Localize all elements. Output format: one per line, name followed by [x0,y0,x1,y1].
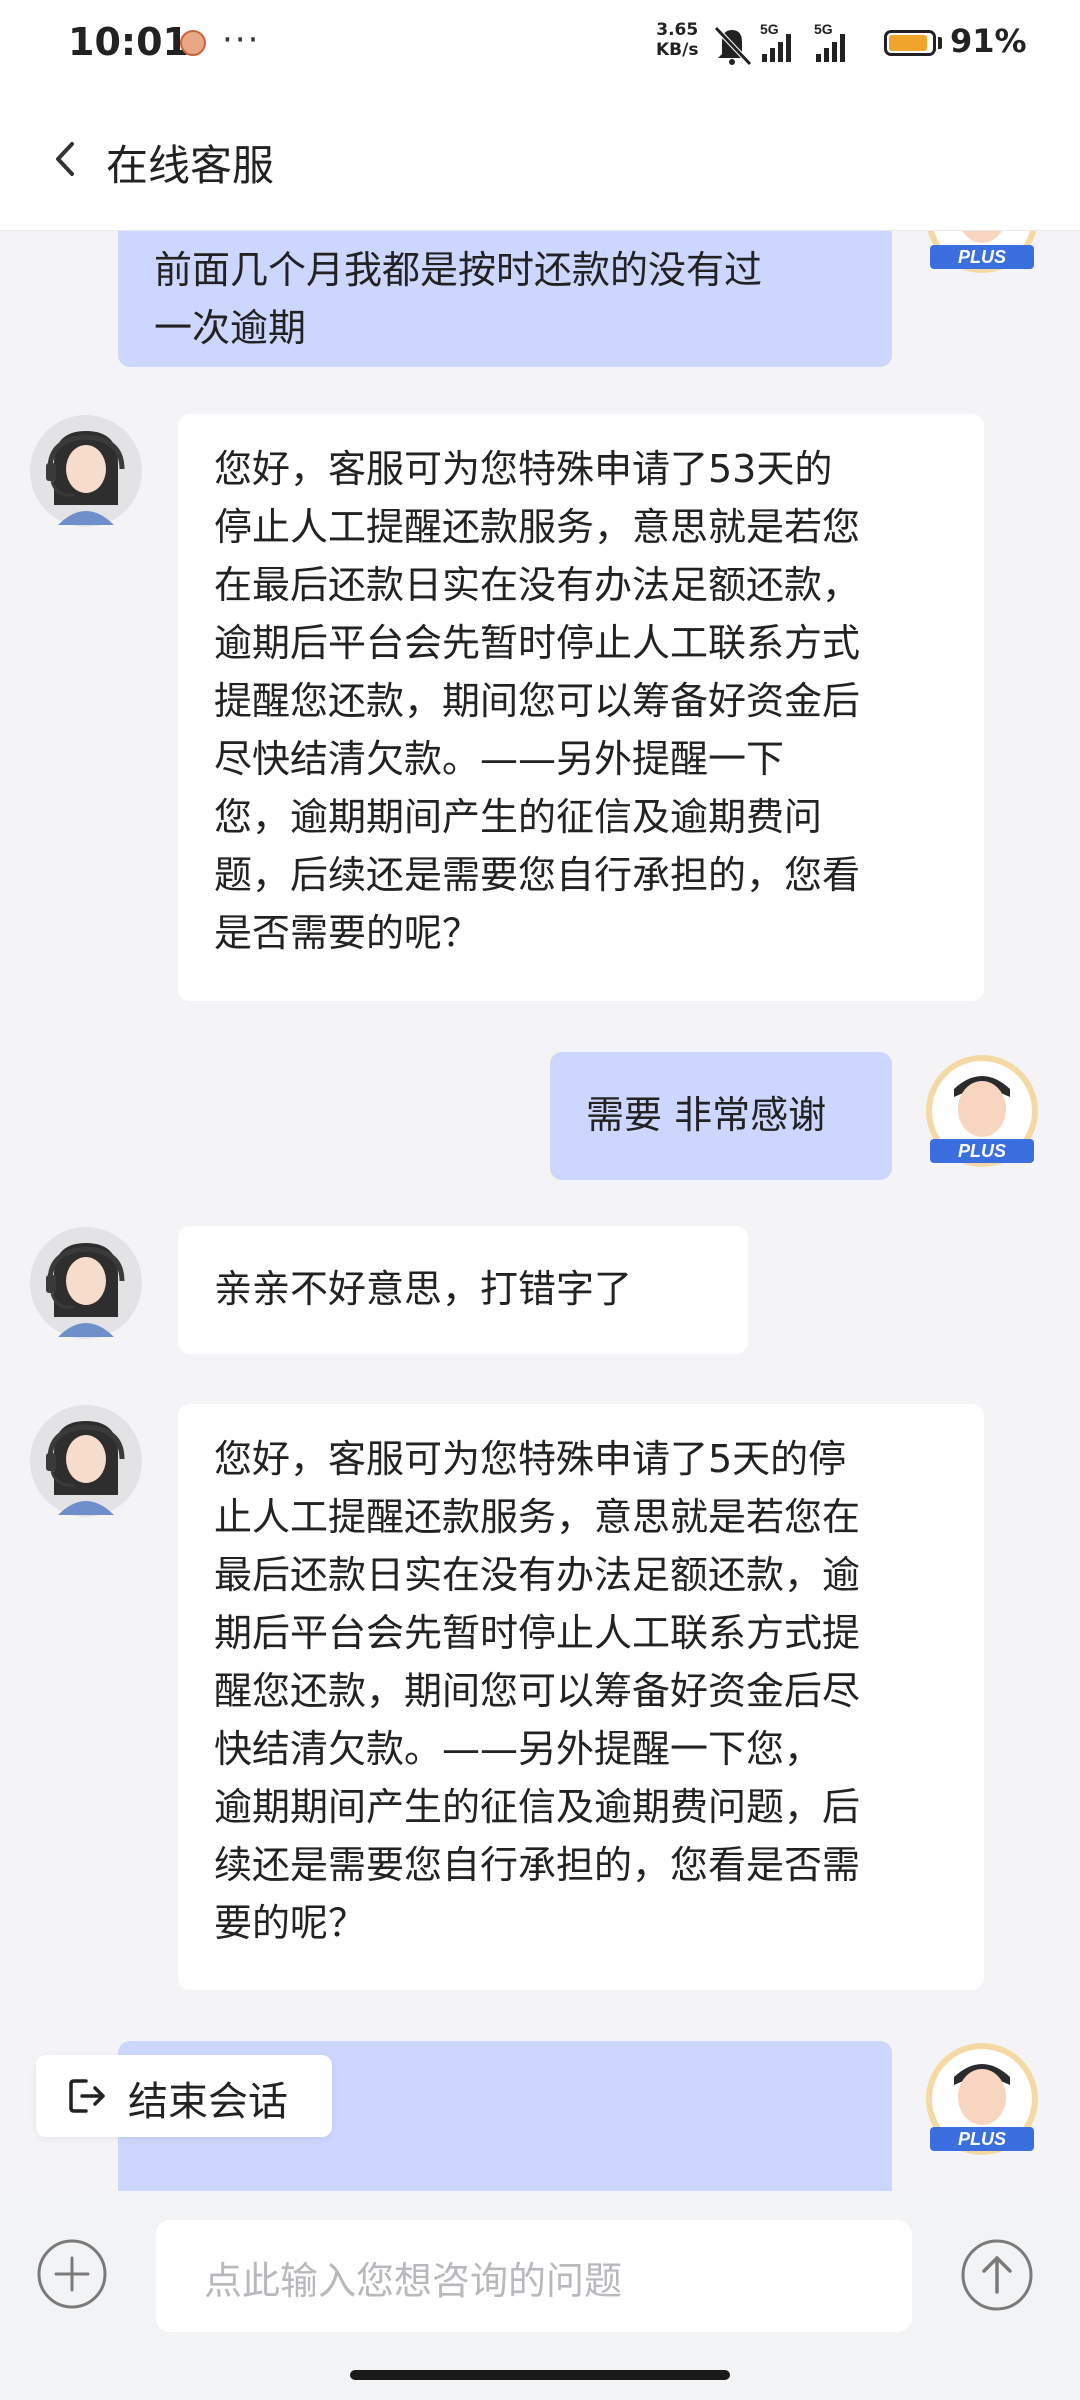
signal-icon-1 [762,34,791,62]
chat-list[interactable]: 前面几个月我都是按时还款的没有过 一次逾期 PLUS 您好，客服可为您特殊申请了… [0,231,1080,2191]
end-session-button[interactable]: 结束会话 [36,2055,332,2137]
more-notifications-icon: ··· [222,20,261,60]
user-message-bubble[interactable]: 需要 非常感谢 [550,1052,892,1180]
network-speed-unit: KB/s [656,40,699,60]
message-input-placeholder: 点此输入您想咨询的问题 [204,2259,623,2303]
battery-tip [938,37,942,49]
network-type-1: 5G [760,21,779,37]
battery-icon [884,30,936,56]
user-message-bubble[interactable]: 前面几个月我都是按时还款的没有过 一次逾期 [118,231,892,367]
agent-message-bubble[interactable]: 您好，客服可为您特殊申请了5天的停 止人工提醒还款服务，意思就是若您在 最后还款… [178,1404,984,1990]
add-attachment-button[interactable] [36,2238,108,2310]
avatar-badge: PLUS [958,2129,1006,2149]
battery-level [889,35,928,51]
agent-avatar-icon[interactable] [28,1403,144,1519]
input-bar: 点此输入您想咨询的问题 [0,2192,1080,2400]
send-button[interactable] [960,2238,1034,2312]
avatar-badge: PLUS [958,1141,1006,1161]
battery-percent: 91% [950,22,1027,60]
status-bar: 10:01 ··· 3.65 KB/s 5G 5G 91% [0,0,1080,92]
user-avatar-icon[interactable]: PLUS [924,2041,1040,2157]
user-avatar-icon[interactable]: PLUS [924,231,1040,275]
status-time: 10:01 [68,20,189,64]
back-arrow-icon[interactable] [42,134,92,184]
agent-avatar-icon[interactable] [28,413,144,529]
agent-message-bubble[interactable]: 您好，客服可为您特殊申请了53天的 停止人工提醒还款服务，意思就是若您 在最后还… [178,414,984,1001]
user-message-text: 天就够了 12号工资一到就能 还进去 [154,2183,856,2191]
network-speed: 3.65 KB/s [656,20,698,60]
app-header: 在线客服 [0,92,1080,231]
page-title: 在线客服 [106,141,275,190]
exit-icon [69,2079,105,2113]
user-avatar-icon[interactable]: PLUS [924,1053,1040,1169]
message-input[interactable]: 点此输入您想咨询的问题 [156,2220,912,2332]
network-type-2: 5G [814,21,833,37]
agent-message-bubble[interactable]: 亲亲不好意思，打错字了 [178,1226,748,1354]
home-indicator[interactable] [350,2370,730,2380]
avatar-badge: PLUS [958,247,1006,267]
signal-icon-2 [816,34,845,62]
mute-bell-icon [714,26,752,66]
app-notification-icon [180,30,206,56]
network-speed-value: 3.65 [656,20,699,40]
agent-avatar-icon[interactable] [28,1225,144,1341]
end-session-label: 结束会话 [128,2079,288,2125]
